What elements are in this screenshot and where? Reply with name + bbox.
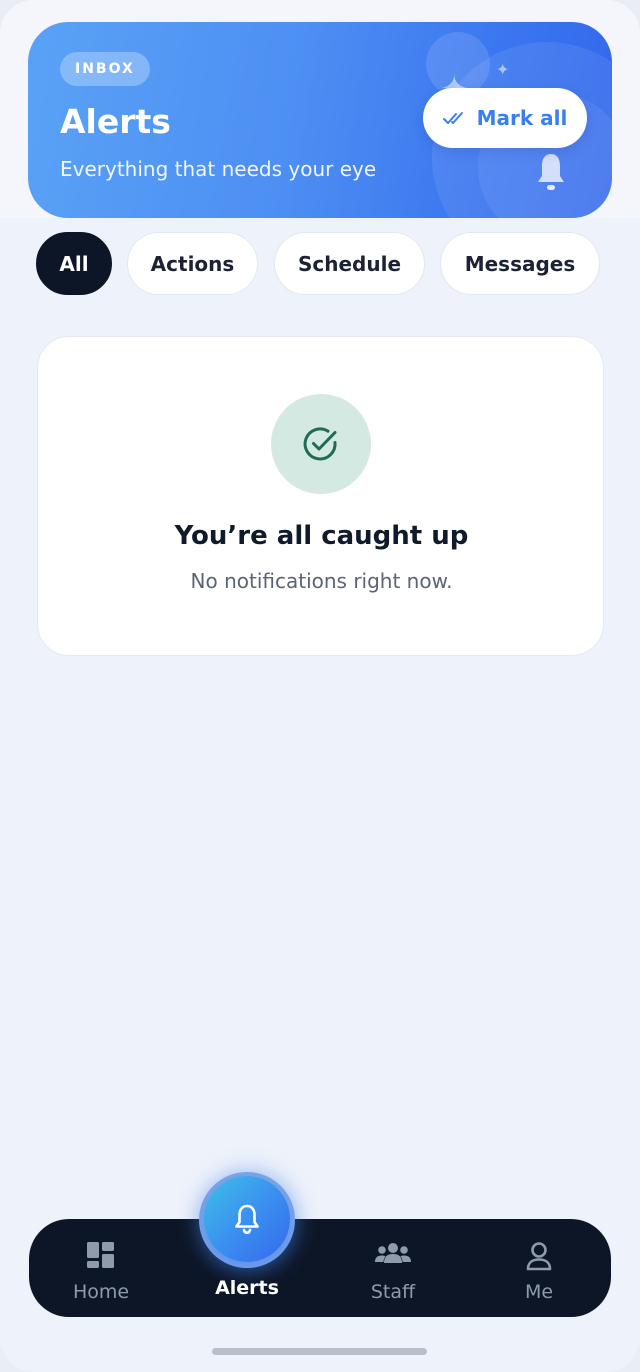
nav-label-staff: Staff bbox=[370, 1281, 416, 1303]
filter-chip-messages[interactable]: Messages bbox=[440, 232, 600, 295]
check-circle-icon bbox=[303, 427, 337, 461]
alerts-header: ✦ ✦ INBOX Alerts Everything that needs y… bbox=[28, 22, 612, 218]
filter-chips: All Actions Schedule Messages bbox=[0, 232, 640, 296]
nav-item-staff[interactable]: Staff bbox=[333, 1219, 453, 1317]
sparkle-icon: ✦ bbox=[496, 60, 510, 79]
home-indicator bbox=[212, 1348, 427, 1355]
page-title: Alerts bbox=[60, 102, 171, 141]
inbox-badge: INBOX bbox=[60, 52, 150, 86]
nav-label-home: Home bbox=[72, 1281, 130, 1303]
nav-label-me: Me bbox=[524, 1281, 554, 1303]
page-subtitle: Everything that needs your eye bbox=[60, 157, 377, 181]
double-check-icon bbox=[442, 112, 463, 124]
nav-item-home[interactable]: Home bbox=[41, 1219, 161, 1317]
mark-all-button[interactable]: Mark all bbox=[423, 88, 587, 148]
filter-chip-all[interactable]: All bbox=[36, 232, 112, 295]
empty-state-message: No notifications right now. bbox=[190, 569, 453, 593]
empty-state-card: You’re all caught up No notifications ri… bbox=[37, 336, 604, 656]
filter-chip-schedule[interactable]: Schedule bbox=[274, 232, 425, 295]
person-icon bbox=[526, 1242, 552, 1271]
alerts-fab-button[interactable] bbox=[204, 1176, 290, 1262]
nav-label-alerts: Alerts bbox=[215, 1277, 279, 1299]
mark-all-label: Mark all bbox=[476, 106, 568, 130]
group-icon bbox=[375, 1243, 411, 1263]
bottom-nav: Home Alerts Staff Me bbox=[29, 1219, 611, 1317]
nav-item-me[interactable]: Me bbox=[479, 1219, 599, 1317]
dashboard-icon bbox=[87, 1242, 114, 1268]
check-circle-badge bbox=[271, 394, 371, 494]
filter-chip-actions[interactable]: Actions bbox=[127, 232, 258, 295]
empty-state-title: You’re all caught up bbox=[174, 521, 469, 551]
bell-icon bbox=[235, 1204, 259, 1235]
app-screen: ✦ ✦ INBOX Alerts Everything that needs y… bbox=[0, 0, 640, 1372]
bell-icon bbox=[538, 154, 564, 190]
